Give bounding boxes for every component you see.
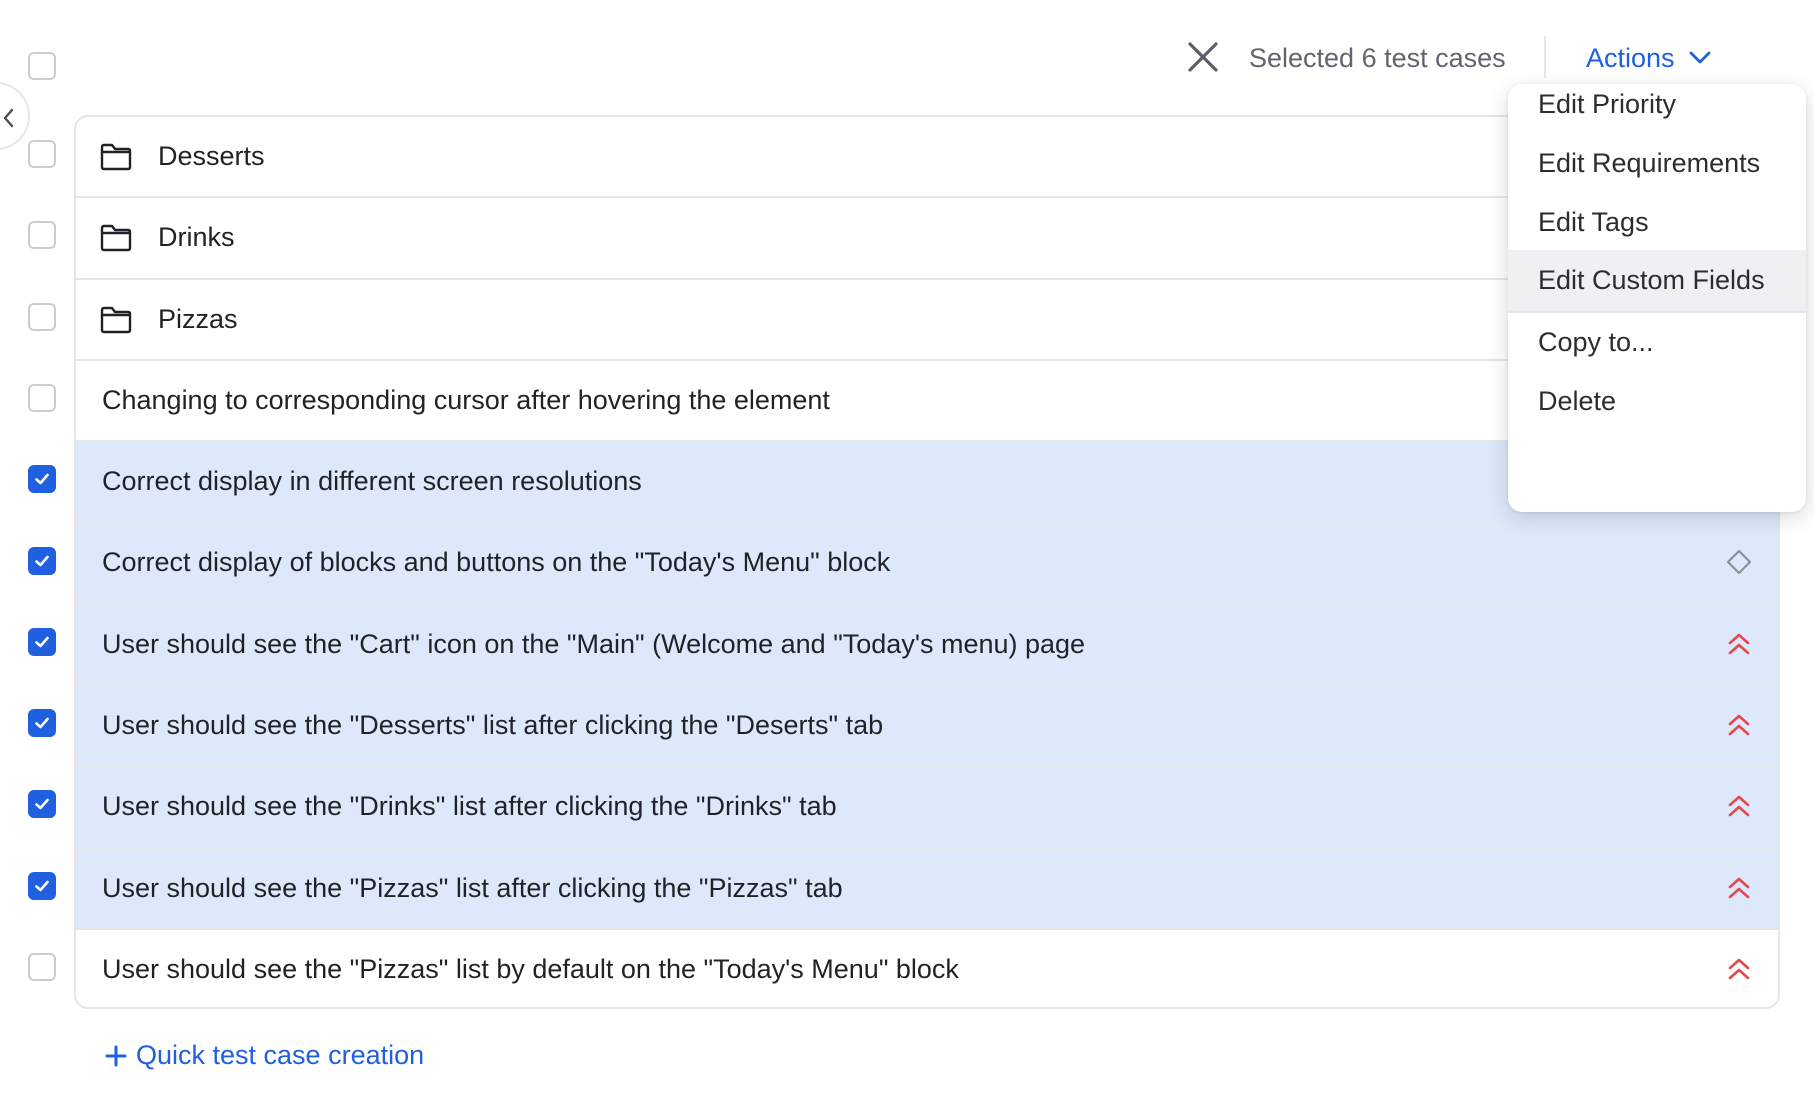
- folder-icon: [100, 143, 132, 171]
- high-priority-icon: [1728, 877, 1750, 898]
- high-priority-icon: [1728, 714, 1750, 736]
- folder-row-checkbox[interactable]: [28, 302, 56, 331]
- folder-row-checkbox[interactable]: [28, 140, 56, 168]
- quick-create-label: Quick test case creation: [136, 1040, 425, 1070]
- no-priority-diamond-icon: [1726, 550, 1752, 575]
- test-case-row[interactable]: User should see the "Pizzas" list after …: [76, 848, 1778, 930]
- test-case-row[interactable]: Correct display of blocks and buttons on…: [76, 523, 1778, 605]
- test-case-title: Changing to corresponding cursor after h…: [102, 384, 830, 415]
- test-case-row-checkbox[interactable]: [28, 871, 56, 900]
- test-case-title: User should see the "Desserts" list afte…: [102, 710, 884, 741]
- test-case-title: Correct display in different screen reso…: [102, 466, 642, 497]
- test-case-title: Correct display of blocks and buttons on…: [102, 547, 891, 578]
- actions-label: Actions: [1586, 42, 1675, 73]
- folder-name: Drinks: [158, 222, 235, 253]
- check-icon: [35, 799, 49, 810]
- test-case-row[interactable]: User should see the "Cart" icon on the "…: [76, 604, 1778, 687]
- test-case-row-checkbox[interactable]: [28, 627, 56, 656]
- actions-dropdown-menu: Edit Priority Edit Requirements Edit Tags E…: [1508, 84, 1806, 512]
- folder-row-checkbox[interactable]: [28, 221, 56, 250]
- folder-icon: [100, 306, 132, 333]
- high-priority-icon: [1728, 796, 1750, 817]
- select-all-checkbox[interactable]: [28, 52, 56, 80]
- test-case-title: User should see the "Cart" icon on the "…: [102, 628, 1086, 659]
- menu-item-edit-tags[interactable]: Edit Tags: [1508, 188, 1806, 257]
- chevron-down-icon: [1689, 51, 1710, 64]
- check-icon: [35, 555, 49, 566]
- quick-test-case-creation-link[interactable]: Quick test case creation: [104, 1040, 424, 1071]
- test-case-row-checkbox[interactable]: [28, 790, 56, 819]
- test-case-row[interactable]: User should see the "Pizzas" list by def…: [76, 930, 1778, 1007]
- test-case-title: User should see the "Drinks" list after …: [102, 791, 837, 822]
- header-divider: [1544, 36, 1546, 78]
- folder-icon: [100, 225, 132, 252]
- test-case-row-checkbox[interactable]: [28, 953, 56, 981]
- test-case-row-checkbox[interactable]: [28, 709, 56, 738]
- actions-dropdown-button[interactable]: Actions: [1586, 38, 1711, 78]
- folder-name: Pizzas: [158, 303, 238, 334]
- menu-item-delete[interactable]: Delete: [1508, 367, 1806, 436]
- test-case-list-screen: Selected 6 test cases Actions Desserts Dr…: [0, 0, 1814, 1100]
- high-priority-icon: [1728, 958, 1750, 980]
- high-priority-icon: [1728, 633, 1750, 655]
- chevron-left-icon: [3, 108, 14, 128]
- check-icon: [35, 636, 49, 648]
- test-case-row[interactable]: User should see the "Desserts" list afte…: [76, 686, 1778, 768]
- folder-name: Desserts: [158, 141, 265, 171]
- check-icon: [35, 880, 49, 891]
- selection-count-text: Selected 6 test cases: [1249, 43, 1506, 73]
- clear-selection-close-icon[interactable]: [1186, 40, 1220, 74]
- test-case-row-checkbox[interactable]: [28, 465, 56, 494]
- check-icon: [35, 717, 49, 729]
- menu-item-edit-custom-fields[interactable]: Edit Custom Fields: [1508, 250, 1806, 311]
- test-case-row-checkbox[interactable]: [28, 383, 56, 412]
- test-case-title: User should see the "Pizzas" list after …: [102, 872, 843, 903]
- test-case-title: User should see the "Pizzas" list by def…: [102, 953, 959, 984]
- plus-icon: [105, 1045, 127, 1066]
- menu-divider: [1508, 311, 1806, 313]
- test-case-row[interactable]: User should see the "Drinks" list after …: [76, 767, 1778, 849]
- check-icon: [35, 473, 49, 485]
- test-case-row-checkbox[interactable]: [28, 546, 56, 575]
- sidebar-collapse-button[interactable]: [0, 82, 30, 150]
